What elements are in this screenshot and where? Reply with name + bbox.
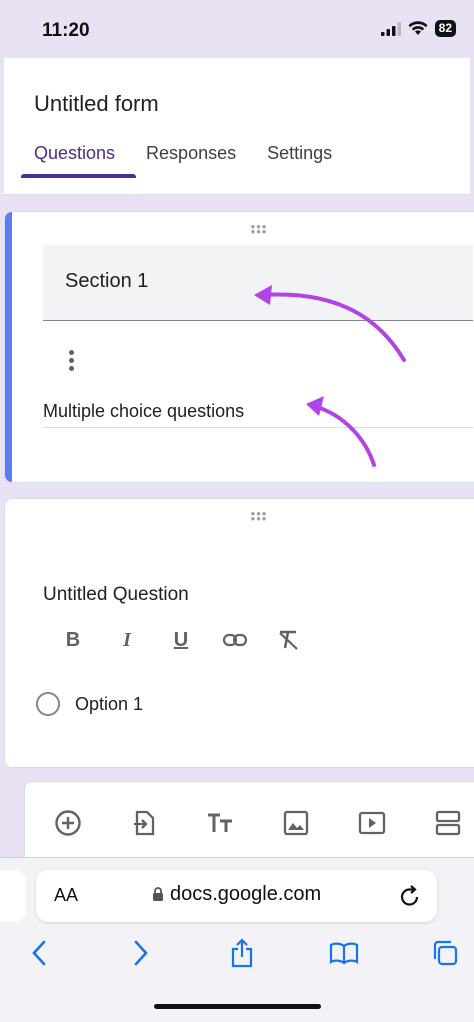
home-indicator [154, 1004, 321, 1009]
browser-toolbar: AA docs.google.com [0, 857, 474, 1022]
clear-formatting-icon[interactable] [276, 627, 302, 653]
question-title[interactable]: Untitled Question [43, 584, 189, 606]
add-question-icon[interactable] [53, 808, 83, 838]
lock-icon [153, 887, 163, 901]
back-icon[interactable] [22, 936, 56, 970]
add-section-icon[interactable] [433, 808, 463, 838]
tab-questions[interactable]: Questions [34, 143, 115, 164]
annotation-arrows [254, 285, 406, 467]
import-questions-icon[interactable] [129, 808, 159, 838]
reload-icon[interactable] [399, 884, 421, 913]
previous-tab-peek[interactable] [0, 870, 26, 922]
active-tab-indicator [21, 174, 136, 178]
form-header: Untitled form Questions Responses Settin… [4, 58, 470, 181]
section-accent-bar [5, 212, 12, 482]
add-video-icon[interactable] [357, 808, 387, 838]
bookmarks-icon[interactable] [327, 936, 361, 970]
url-display[interactable]: docs.google.com [152, 883, 321, 906]
address-bar[interactable]: AA docs.google.com [36, 870, 437, 922]
more-options-icon[interactable] [69, 350, 79, 374]
drag-handle-icon[interactable]: ••• ••• [247, 220, 271, 238]
url-text: docs.google.com [170, 883, 322, 905]
signal-icon [380, 21, 401, 36]
status-time: 11:20 [42, 20, 90, 41]
question-card[interactable]: ••• ••• Untitled Question B I U Option 1 [4, 498, 474, 768]
italic-icon[interactable]: I [114, 627, 140, 653]
bold-icon[interactable]: B [60, 627, 86, 653]
option-radio[interactable] [36, 692, 60, 716]
form-title[interactable]: Untitled form [34, 91, 159, 117]
underline-icon[interactable]: U [168, 627, 194, 653]
forward-icon[interactable] [124, 936, 158, 970]
tabs-icon[interactable] [428, 936, 462, 970]
wifi-icon [408, 21, 428, 35]
text-format-toolbar: B I U [60, 627, 302, 653]
battery-indicator: 82 [434, 20, 456, 37]
tab-responses[interactable]: Responses [146, 143, 236, 164]
option-label[interactable]: Option 1 [75, 694, 143, 715]
tab-bar: Questions Responses Settings [34, 143, 332, 164]
add-image-icon[interactable] [281, 808, 311, 838]
browser-nav-row [22, 936, 462, 970]
tab-settings[interactable]: Settings [267, 143, 332, 164]
drag-handle-icon[interactable]: ••• ••• [247, 507, 271, 525]
section-title: Section 1 [65, 270, 149, 292]
add-title-icon[interactable] [205, 808, 235, 838]
share-icon[interactable] [225, 936, 259, 970]
previous-card-edge [4, 180, 470, 195]
link-icon[interactable] [222, 627, 248, 653]
text-size-button[interactable]: AA [54, 885, 78, 906]
section-description[interactable]: Multiple choice questions [43, 401, 244, 422]
status-icons: 82 [380, 20, 456, 37]
